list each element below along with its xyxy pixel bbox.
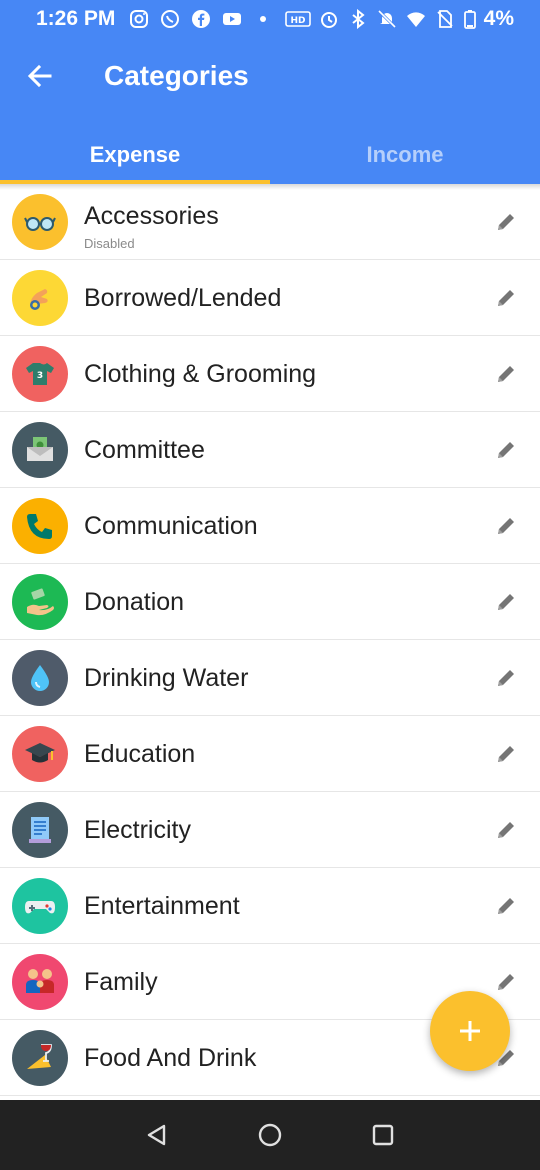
nav-recents-button[interactable] [363,1115,403,1155]
list-item-accessories[interactable]: Accessories Disabled [0,184,540,260]
pencil-icon [498,442,514,458]
svg-text:3: 3 [37,371,43,381]
edit-button[interactable] [490,662,522,694]
pencil-icon [498,366,514,382]
list-item-electricity[interactable]: Electricity [0,792,540,868]
category-name: Committee [84,436,205,464]
back-triangle-icon [147,1124,165,1146]
svg-text:HD: HD [290,16,305,26]
water-drop-icon [12,650,68,706]
list-item-donation[interactable]: Donation [0,564,540,640]
nav-back-button[interactable] [137,1115,177,1155]
battery-icon [463,8,477,30]
category-name: Donation [84,588,185,616]
pencil-icon [498,518,514,534]
bluetooth-icon [347,8,369,30]
edit-button[interactable] [490,510,522,542]
bill-icon [12,802,68,858]
page-title: Categories [104,60,249,91]
recents-square-icon [373,1124,394,1146]
back-button[interactable] [22,58,58,94]
category-name: Education [84,740,196,768]
status-time: 1:26 PM [36,7,116,30]
list-item-entertainment[interactable]: Entertainment [0,868,540,944]
pencil-icon [498,214,514,230]
app-bar: Categories Expense Income [0,38,540,184]
facebook-icon [190,8,212,30]
battery-percent: 4% [483,7,514,30]
nav-home-button[interactable] [250,1115,290,1155]
category-name: Accessories [84,202,219,230]
category-name: Drinking Water [84,664,249,692]
hd-icon: HD [284,8,311,30]
list-item-committee[interactable]: Committee [0,412,540,488]
category-list[interactable]: Accessories Disabled Borrowed/Lended 3 C… [0,184,540,1100]
category-name: Clothing & Grooming [84,360,317,388]
category-name: Borrowed/Lended [84,284,282,312]
tab-bar: Expense Income [0,126,540,184]
shirt-icon: 3 [12,346,68,402]
graduation-cap-icon [12,726,68,782]
app-bar-shadow [0,184,540,190]
money-envelope-icon [12,422,68,478]
no-sim-icon [434,8,456,30]
glasses-icon [12,194,68,250]
tab-expense[interactable]: Expense [0,126,270,184]
edit-button[interactable] [490,814,522,846]
pencil-icon [498,746,514,762]
system-nav-bar [0,1100,540,1170]
category-status: Disabled [84,236,135,248]
category-name: Food And Drink [84,1044,257,1072]
arrow-left-icon [27,64,52,88]
pencil-icon [498,822,514,838]
list-item-education[interactable]: Education [0,716,540,792]
tab-income[interactable]: Income [270,126,540,184]
category-name: Entertainment [84,892,240,920]
plus-icon [460,1021,480,1041]
edit-button[interactable] [490,206,522,238]
list-item-communication[interactable]: Communication [0,488,540,564]
category-name: Electricity [84,816,191,844]
instagram-icon [128,8,150,30]
edit-button[interactable] [490,358,522,390]
dot-icon [252,8,274,30]
wifi-icon [405,8,427,30]
pencil-icon [498,898,514,914]
home-circle-icon [258,1123,282,1147]
edit-button[interactable] [490,434,522,466]
edit-button[interactable] [490,738,522,770]
list-item-drinking-water[interactable]: Drinking Water [0,640,540,716]
donation-icon [12,574,68,630]
list-item-clothing-grooming[interactable]: 3 Clothing & Grooming [0,336,540,412]
category-name: Family [84,968,158,996]
status-bar: 1:26 PM HD 4% [0,0,540,38]
category-name: Communication [84,512,258,540]
pencil-icon [498,974,514,990]
food-drink-icon [12,1030,68,1086]
phone-icon [12,498,68,554]
youtube-icon [221,8,243,30]
pencil-icon [498,594,514,610]
gamepad-icon [12,878,68,934]
edit-button[interactable] [490,890,522,922]
hand-coin-icon [12,270,68,326]
list-item-borrowed-lended[interactable]: Borrowed/Lended [0,260,540,336]
mute-icon [376,8,398,30]
whatsapp-icon [159,8,181,30]
pencil-icon [498,290,514,306]
family-icon [12,954,68,1010]
alarm-icon [318,8,340,30]
edit-button[interactable] [490,586,522,618]
edit-button[interactable] [490,966,522,998]
edit-button[interactable] [490,282,522,314]
add-category-button[interactable] [430,991,510,1071]
pencil-icon [498,670,514,686]
